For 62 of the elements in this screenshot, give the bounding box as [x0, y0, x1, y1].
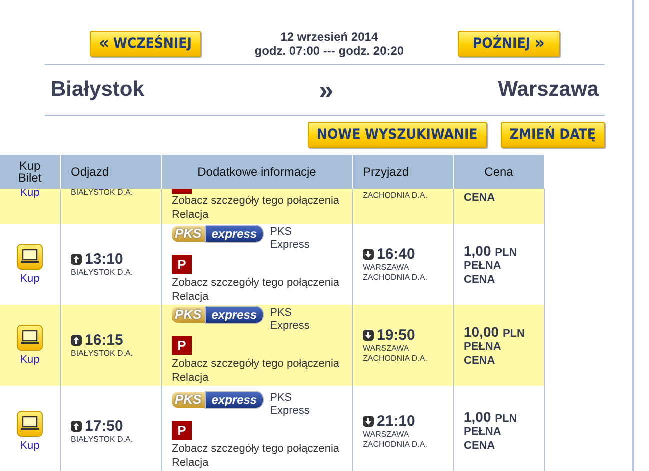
carrier-name: PKS Express: [270, 392, 311, 418]
column-header: Odjazd: [61, 155, 162, 189]
fare-type: PEŁNA CENA: [464, 340, 502, 368]
hours-text: godz. 07:00 --- godz. 20:20: [254, 44, 404, 58]
earlier-button[interactable]: « WCZEŚNIEJ: [90, 31, 201, 57]
departure-time: 13:10: [85, 251, 124, 268]
carrier-name: PKS Express: [270, 306, 311, 332]
details-link[interactable]: Zobacz szczegóły tego połączenia: [172, 442, 352, 456]
destination-city: Warszawa: [498, 78, 599, 102]
up-arrow-icon: [71, 335, 82, 346]
route-link[interactable]: Relacja: [172, 370, 352, 384]
departure-station: BIAŁYSTOK D.A.: [71, 434, 134, 444]
down-arrow-icon: [363, 249, 374, 260]
details-link[interactable]: Zobacz szczegóły tego połączenia: [172, 276, 352, 290]
down-arrow-icon: [363, 330, 374, 341]
buy-link[interactable]: Kup: [20, 440, 40, 452]
arrival-time: 16:40: [377, 246, 416, 263]
column-header: Kup Bilet: [0, 155, 61, 189]
later-button[interactable]: POŹNIEJ »: [458, 31, 560, 57]
carrier-logo: PKS express: [172, 392, 264, 408]
fare-type: PEŁNA CENA: [464, 425, 502, 453]
fare-type: CENA: [464, 191, 496, 205]
up-arrow-icon: [71, 254, 82, 265]
carrier-logo: PKS express: [172, 306, 264, 322]
carrier-name: PKS Express: [270, 226, 311, 252]
price: 1,00 PLN: [464, 242, 518, 258]
route-link[interactable]: Relacja: [172, 208, 352, 222]
origin-city: Białystok: [51, 78, 144, 102]
route-link[interactable]: Relacja: [172, 290, 352, 304]
arrival-station: WARSZAWA ZACHODNIA D.A.: [363, 344, 428, 364]
carrier-logo: PKS express: [172, 226, 264, 242]
arrival-time: 21:10: [377, 412, 416, 430]
departure-station: BIAŁYSTOK D.A.: [71, 349, 134, 359]
column-header: Przyjazd: [353, 155, 454, 189]
departure-time: 17:50: [85, 418, 124, 434]
route-link[interactable]: Relacja: [172, 456, 352, 470]
new-search-button[interactable]: NOWE WYSZUKIWANIE: [308, 122, 487, 148]
price: 1,00 PLN: [464, 409, 518, 425]
arrival-time: 19:50: [377, 327, 416, 344]
buy-link[interactable]: Kup: [20, 273, 40, 285]
parking-icon: P: [172, 254, 192, 274]
arrival-station: WARSZAWA ZACHODNIA D.A.: [363, 263, 428, 283]
departure-station: BIAŁYSTOK D.A.: [71, 189, 134, 198]
price: 10,00 PLN: [464, 324, 526, 340]
parking-icon: P: [172, 336, 192, 354]
down-arrow-icon: [363, 416, 374, 426]
departure-time: 16:15: [85, 332, 124, 349]
change-date-button[interactable]: ZMIEŃ DATĘ: [500, 122, 605, 148]
route-separator: »: [319, 74, 334, 106]
details-link[interactable]: Zobacz szczegóły tego połączenia: [172, 356, 352, 370]
fare-type: PEŁNA CENA: [464, 258, 502, 286]
parking-icon: P: [172, 421, 192, 440]
arrival-station: WARSZAWA ZACHODNIA D.A.: [363, 430, 428, 450]
buy-link[interactable]: Kup: [20, 354, 40, 366]
column-header: Dodatkowe informacje: [162, 155, 353, 189]
parking-icon: [172, 189, 192, 194]
details-link[interactable]: Zobacz szczegóły tego połączenia: [172, 194, 352, 208]
arrival-station: ZACHODNIA D.A.: [363, 191, 428, 201]
column-header: Cena: [454, 155, 545, 189]
date-text: 12 wrzesień 2014: [280, 30, 378, 44]
departure-station: BIAŁYSTOK D.A.: [71, 268, 134, 278]
up-arrow-icon: [71, 420, 82, 432]
